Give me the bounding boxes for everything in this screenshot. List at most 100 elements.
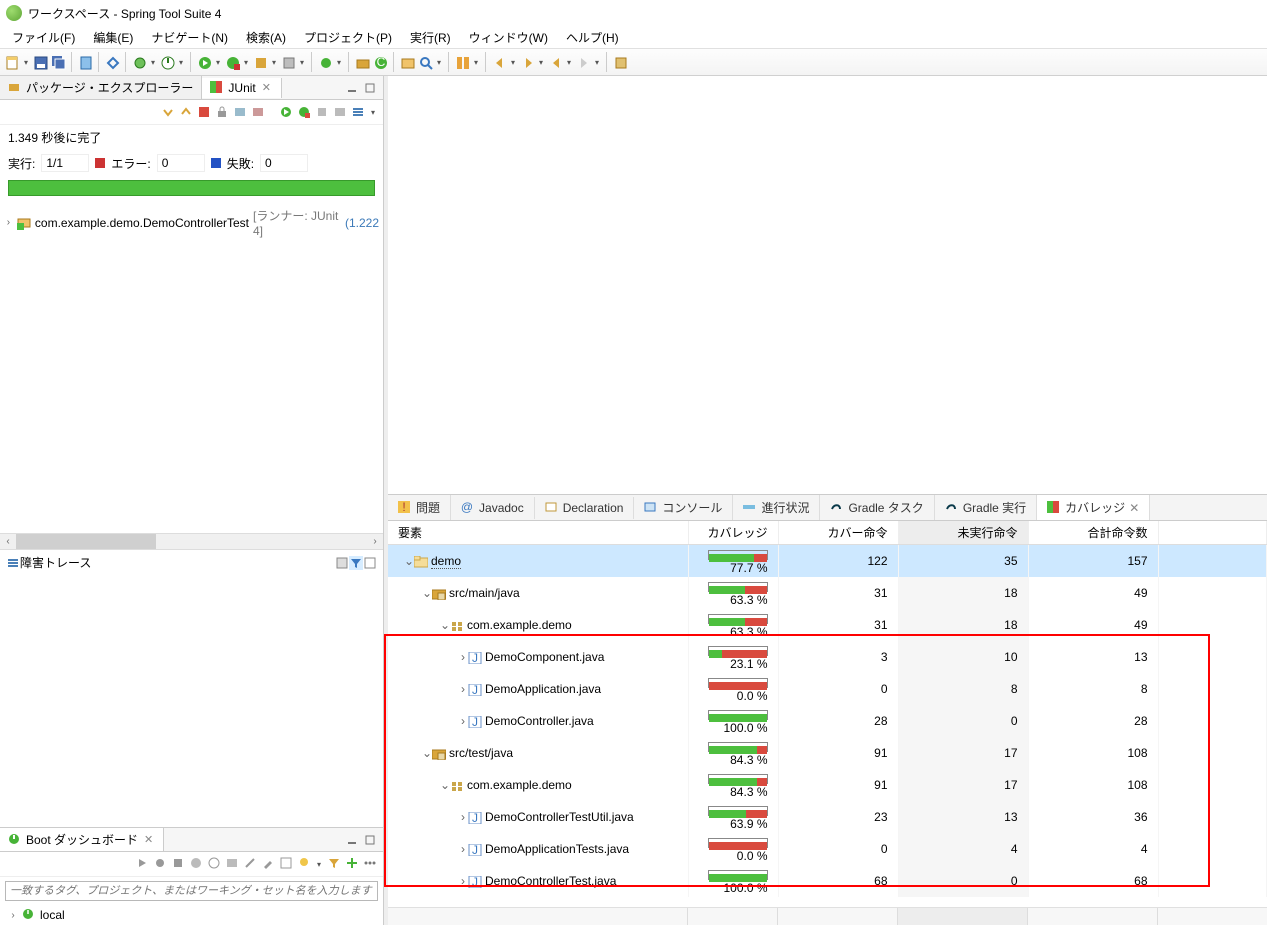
menu-navigate[interactable]: ナビゲート(N): [143, 27, 236, 48]
menu-edit[interactable]: 編集(E): [85, 27, 141, 48]
search-dropdown[interactable]: ▾: [435, 54, 443, 70]
tab-gradle-exec[interactable]: Gradle 実行: [935, 495, 1037, 520]
open-config-icon[interactable]: [189, 856, 203, 870]
expand-icon[interactable]: ⌄: [422, 746, 432, 760]
menu-run[interactable]: 実行(R): [402, 27, 459, 48]
coverage-row[interactable]: ›JDemoControllerTestUtil.java 63.9 %2313…: [388, 801, 1267, 833]
back-icon[interactable]: [548, 55, 562, 69]
tab-console[interactable]: コンソール: [634, 495, 733, 520]
expand-icon[interactable]: ›: [458, 714, 468, 728]
relaunch-fail-icon[interactable]: [297, 105, 311, 119]
coverage-row[interactable]: ⌄com.example.demo 84.3 %9117108: [388, 769, 1267, 801]
coverage-row[interactable]: ⌄com.example.demo 63.3 %311849: [388, 609, 1267, 641]
view-menu-icon[interactable]: [351, 105, 365, 119]
new-dropdown[interactable]: ▾: [22, 54, 30, 70]
prev-fail-icon[interactable]: [179, 105, 193, 119]
junit-tree[interactable]: › com.example.demo.DemoControllerTest [ラ…: [0, 200, 383, 533]
stop-icon[interactable]: [315, 105, 329, 119]
menu-search[interactable]: 検索(A): [238, 27, 294, 48]
tab-javadoc[interactable]: @Javadoc: [451, 497, 535, 519]
scroll-right-icon[interactable]: ›: [367, 534, 383, 549]
maximize-icon[interactable]: [363, 81, 377, 95]
coverage-run-icon[interactable]: [225, 55, 239, 69]
tab-declaration[interactable]: Declaration: [535, 497, 635, 519]
add-icon[interactable]: [345, 856, 359, 870]
next-edit-dropdown[interactable]: ▾: [537, 54, 545, 70]
menu-file[interactable]: ファイル(F): [4, 27, 83, 48]
tab-boot-dashboard[interactable]: Boot ダッシュボード ✕: [0, 828, 164, 851]
menu-help[interactable]: ヘルプ(H): [558, 27, 627, 48]
filter-icon[interactable]: [327, 856, 341, 870]
forward-icon[interactable]: [576, 55, 590, 69]
prev-edit-dropdown[interactable]: ▾: [509, 54, 517, 70]
col-coverage[interactable]: カバレッジ: [688, 521, 778, 545]
expand-icon[interactable]: ›: [458, 650, 468, 664]
tab-coverage[interactable]: カバレッジ✕: [1037, 495, 1150, 520]
expand-icon[interactable]: ⌄: [440, 778, 450, 792]
tab-gradle-tasks[interactable]: Gradle タスク: [820, 495, 934, 520]
pin-icon[interactable]: [613, 55, 627, 69]
rerun-icon[interactable]: [233, 105, 247, 119]
hscroll[interactable]: ‹ ›: [0, 533, 383, 549]
debug-icon[interactable]: [153, 856, 167, 870]
col-covered[interactable]: カバー命令: [778, 521, 898, 545]
minimize-icon[interactable]: [345, 833, 359, 847]
link-icon[interactable]: [243, 856, 257, 870]
coverage-row[interactable]: ›JDemoControllerTest.java 100.0 %68068: [388, 865, 1267, 897]
props-icon[interactable]: [279, 856, 293, 870]
run-icon[interactable]: [197, 55, 211, 69]
search-icon[interactable]: [418, 55, 432, 69]
tab-boot-close-icon[interactable]: ✕: [142, 833, 155, 846]
expand-icon[interactable]: ›: [458, 682, 468, 696]
expand-icon[interactable]: ›: [458, 874, 468, 888]
coverage-table[interactable]: 要素 カバレッジ カバー命令 未実行命令 合計命令数 ⌄demo 77.7 %1…: [388, 521, 1267, 897]
link-icon[interactable]: [105, 55, 119, 69]
tab-junit[interactable]: JUnit ✕: [202, 78, 282, 98]
boot-filter-input[interactable]: [5, 881, 378, 901]
new-icon[interactable]: [5, 55, 19, 69]
scroll-left-icon[interactable]: ‹: [0, 534, 16, 549]
scroll-lock-icon[interactable]: [215, 105, 229, 119]
expand-icon[interactable]: ⌄: [422, 586, 432, 600]
ant-dropdown[interactable]: ▾: [298, 54, 306, 70]
open-test-log-icon[interactable]: [363, 556, 377, 570]
new-java-dropdown[interactable]: ▾: [335, 54, 343, 70]
bulb-icon[interactable]: [297, 856, 311, 870]
next-edit-icon[interactable]: [520, 55, 534, 69]
save-icon[interactable]: [33, 55, 47, 69]
new-class-icon[interactable]: C: [373, 55, 387, 69]
debug-dropdown[interactable]: ▾: [149, 54, 157, 70]
run-last-icon[interactable]: [253, 55, 267, 69]
tab-package-explorer[interactable]: パッケージ・エクスプローラー: [0, 76, 202, 99]
prev-edit-icon[interactable]: [492, 55, 506, 69]
expand-icon[interactable]: ›: [4, 217, 13, 228]
coverage-row[interactable]: ⌄src/main/java 63.3 %311849: [388, 577, 1267, 609]
tab-coverage-close-icon[interactable]: ✕: [1129, 501, 1139, 515]
maximize-icon[interactable]: [363, 833, 377, 847]
new-package-icon[interactable]: [355, 55, 369, 69]
tab-problems[interactable]: !問題: [388, 495, 451, 520]
minimize-icon[interactable]: [345, 81, 359, 95]
toggle-mark-icon[interactable]: [455, 55, 469, 69]
open-console-icon[interactable]: [225, 856, 239, 870]
coverage-row[interactable]: ›JDemoController.java 100.0 %28028: [388, 705, 1267, 737]
coverage-row[interactable]: ⌄demo 77.7 %12235157: [388, 545, 1267, 578]
history-icon[interactable]: [333, 105, 347, 119]
coverage-run-dropdown[interactable]: ▾: [242, 54, 250, 70]
ant-icon[interactable]: [281, 55, 295, 69]
expand-icon[interactable]: ›: [458, 842, 468, 856]
open-type-icon[interactable]: [400, 55, 414, 69]
coverage-row[interactable]: ›JDemoComponent.java 23.1 %31013: [388, 641, 1267, 673]
filter-trace-icon[interactable]: [349, 556, 363, 570]
tab-progress[interactable]: 進行状況: [733, 495, 820, 520]
run-last-dropdown[interactable]: ▾: [270, 54, 278, 70]
start-icon[interactable]: [135, 856, 149, 870]
open-browser-icon[interactable]: [207, 856, 221, 870]
expand-icon[interactable]: ›: [458, 810, 468, 824]
coverage-row[interactable]: ›JDemoApplicationTests.java 0.0 %044: [388, 833, 1267, 865]
compare-icon[interactable]: [335, 556, 349, 570]
edit-icon[interactable]: [261, 856, 275, 870]
refresh-icon[interactable]: [78, 55, 92, 69]
expand-icon[interactable]: ⌄: [404, 554, 414, 568]
save-all-icon[interactable]: [51, 55, 65, 69]
